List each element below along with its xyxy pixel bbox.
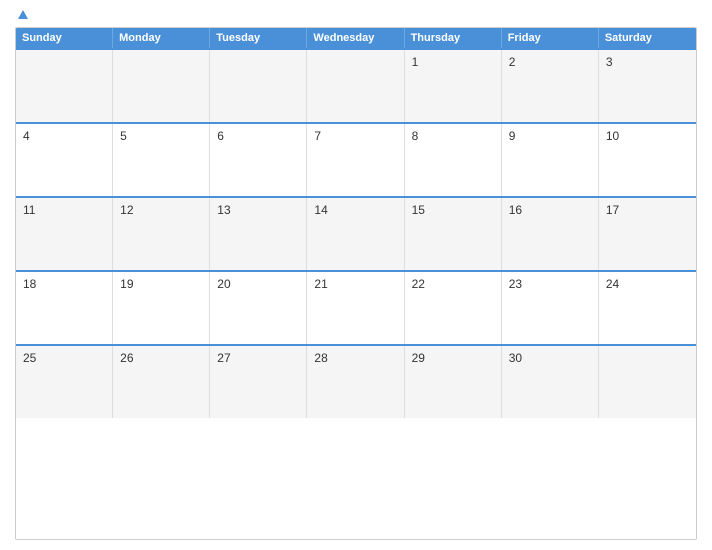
day-cell: 22 xyxy=(405,272,502,344)
day-cell: 21 xyxy=(307,272,404,344)
day-number: 30 xyxy=(509,351,522,365)
day-number: 13 xyxy=(217,203,230,217)
day-cell: 6 xyxy=(210,124,307,196)
day-number: 10 xyxy=(606,129,619,143)
day-number: 27 xyxy=(217,351,230,365)
day-number: 18 xyxy=(23,277,36,291)
day-cell: 5 xyxy=(113,124,210,196)
day-number: 2 xyxy=(509,55,516,69)
day-number: 28 xyxy=(314,351,327,365)
day-cell: 1 xyxy=(405,50,502,122)
day-number: 16 xyxy=(509,203,522,217)
col-saturday: Saturday xyxy=(599,28,696,48)
logo xyxy=(15,10,28,19)
col-monday: Monday xyxy=(113,28,210,48)
day-cell: 23 xyxy=(502,272,599,344)
day-number: 7 xyxy=(314,129,321,143)
day-cell: 18 xyxy=(16,272,113,344)
day-number: 6 xyxy=(217,129,224,143)
day-cell: 11 xyxy=(16,198,113,270)
day-number: 26 xyxy=(120,351,133,365)
day-number: 15 xyxy=(412,203,425,217)
day-cell: 19 xyxy=(113,272,210,344)
day-cell: 26 xyxy=(113,346,210,418)
day-number: 1 xyxy=(412,55,419,69)
day-number: 4 xyxy=(23,129,30,143)
day-cell: 20 xyxy=(210,272,307,344)
day-cell: 4 xyxy=(16,124,113,196)
week-row-4: 18 19 20 21 22 23 24 xyxy=(16,270,696,344)
day-cell: 8 xyxy=(405,124,502,196)
day-cell: 12 xyxy=(113,198,210,270)
day-cell: 13 xyxy=(210,198,307,270)
day-number: 14 xyxy=(314,203,327,217)
day-number: 24 xyxy=(606,277,619,291)
day-cell: 7 xyxy=(307,124,404,196)
day-cell xyxy=(307,50,404,122)
day-cell: 25 xyxy=(16,346,113,418)
calendar-header: Sunday Monday Tuesday Wednesday Thursday… xyxy=(16,28,696,48)
day-number: 22 xyxy=(412,277,425,291)
day-cell: 24 xyxy=(599,272,696,344)
day-cell: 10 xyxy=(599,124,696,196)
week-row-3: 11 12 13 14 15 16 17 xyxy=(16,196,696,270)
day-cell: 14 xyxy=(307,198,404,270)
day-number: 5 xyxy=(120,129,127,143)
day-number: 11 xyxy=(23,203,35,217)
day-cell: 16 xyxy=(502,198,599,270)
day-cell: 17 xyxy=(599,198,696,270)
col-friday: Friday xyxy=(502,28,599,48)
calendar: Sunday Monday Tuesday Wednesday Thursday… xyxy=(15,27,697,540)
day-number: 3 xyxy=(606,55,613,69)
day-number: 21 xyxy=(314,277,327,291)
col-tuesday: Tuesday xyxy=(210,28,307,48)
col-sunday: Sunday xyxy=(16,28,113,48)
day-number: 25 xyxy=(23,351,36,365)
day-number: 9 xyxy=(509,129,516,143)
day-cell: 27 xyxy=(210,346,307,418)
day-cell: 28 xyxy=(307,346,404,418)
day-number: 29 xyxy=(412,351,425,365)
day-number: 8 xyxy=(412,129,419,143)
day-cell: 30 xyxy=(502,346,599,418)
calendar-body: 1234567891011121314151617181920212223242… xyxy=(16,48,696,418)
day-cell: 29 xyxy=(405,346,502,418)
week-row-2: 4 5 6 7 8 9 10 xyxy=(16,122,696,196)
col-thursday: Thursday xyxy=(405,28,502,48)
week-row-1: 1 2 3 xyxy=(16,48,696,122)
day-number: 23 xyxy=(509,277,522,291)
day-cell: 2 xyxy=(502,50,599,122)
day-number: 19 xyxy=(120,277,133,291)
day-cell: 3 xyxy=(599,50,696,122)
page-header xyxy=(15,10,697,19)
week-row-5: 25 26 27 28 29 30 xyxy=(16,344,696,418)
day-cell xyxy=(113,50,210,122)
day-cell: 9 xyxy=(502,124,599,196)
day-cell xyxy=(16,50,113,122)
day-cell: 15 xyxy=(405,198,502,270)
day-number: 17 xyxy=(606,203,619,217)
day-cell xyxy=(210,50,307,122)
day-number: 20 xyxy=(217,277,230,291)
logo-triangle-icon xyxy=(18,10,28,19)
day-number: 12 xyxy=(120,203,133,217)
day-cell xyxy=(599,346,696,418)
col-wednesday: Wednesday xyxy=(307,28,404,48)
